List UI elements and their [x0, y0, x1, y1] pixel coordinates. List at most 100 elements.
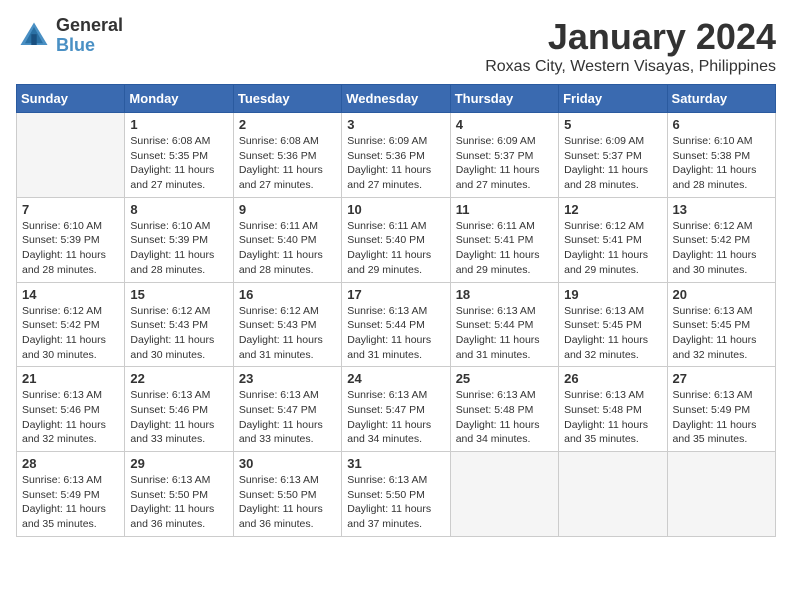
calendar-week-3: 21 Sunrise: 6:13 AMSunset: 5:46 PMDayligh… [17, 367, 776, 452]
day-info: Sunrise: 6:12 AMSunset: 5:43 PMDaylight:… [130, 304, 227, 363]
day-number: 7 [22, 202, 119, 217]
day-number: 27 [673, 371, 770, 386]
calendar-cell: 4Sunrise: 6:09 AMSunset: 5:37 PMDaylight… [450, 113, 558, 198]
day-info: Sunrise: 6:13 AMSunset: 5:49 PMDaylight:… [673, 388, 770, 447]
calendar-cell: 23 Sunrise: 6:13 AMSunset: 5:47 PMDayligh… [233, 367, 341, 452]
day-number: 17 [347, 287, 444, 302]
day-info: Sunrise: 6:09 AMSunset: 5:37 PMDaylight:… [564, 134, 661, 193]
day-number: 18 [456, 287, 553, 302]
day-info: Sunrise: 6:13 AMSunset: 5:46 PMDaylight:… [22, 388, 119, 447]
day-number: 30 [239, 456, 336, 471]
day-number: 8 [130, 202, 227, 217]
calendar-week-1: 7 Sunrise: 6:10 AMSunset: 5:39 PMDaylight… [17, 197, 776, 282]
calendar-cell: 20Sunrise: 6:13 AMSunset: 5:45 PMDayligh… [667, 282, 775, 367]
calendar-cell: 30 Sunrise: 6:13 AMSunset: 5:50 PMDayligh… [233, 452, 341, 537]
day-number: 26 [564, 371, 661, 386]
logo-blue-text: Blue [56, 36, 123, 56]
day-number: 24 [347, 371, 444, 386]
weekday-header-monday: Monday [125, 85, 233, 113]
calendar-cell: 28Sunrise: 6:13 AMSunset: 5:49 PMDayligh… [17, 452, 125, 537]
calendar-cell [667, 452, 775, 537]
day-number: 13 [673, 202, 770, 217]
calendar-cell: 15 Sunrise: 6:12 AMSunset: 5:43 PMDayligh… [125, 282, 233, 367]
day-number: 14 [22, 287, 119, 302]
day-number: 10 [347, 202, 444, 217]
day-number: 1 [130, 117, 227, 132]
day-info: Sunrise: 6:08 AMSunset: 5:35 PMDaylight:… [130, 134, 227, 193]
calendar-cell: 26 Sunrise: 6:13 AMSunset: 5:48 PMDayligh… [559, 367, 667, 452]
day-info: Sunrise: 6:13 AMSunset: 5:48 PMDaylight:… [456, 388, 553, 447]
calendar-cell: 21 Sunrise: 6:13 AMSunset: 5:46 PMDayligh… [17, 367, 125, 452]
logo: General Blue [16, 16, 123, 56]
day-info: Sunrise: 6:12 AMSunset: 5:42 PMDaylight:… [673, 219, 770, 278]
weekday-header-saturday: Saturday [667, 85, 775, 113]
day-info: Sunrise: 6:10 AMSunset: 5:38 PMDaylight:… [673, 134, 770, 193]
calendar-cell: 1 Sunrise: 6:08 AMSunset: 5:35 PMDaylight… [125, 113, 233, 198]
calendar-cell: 19Sunrise: 6:13 AMSunset: 5:45 PMDayligh… [559, 282, 667, 367]
calendar-cell: 7 Sunrise: 6:10 AMSunset: 5:39 PMDaylight… [17, 197, 125, 282]
day-info: Sunrise: 6:11 AMSunset: 5:40 PMDaylight:… [347, 219, 444, 278]
calendar-cell: 5 Sunrise: 6:09 AMSunset: 5:37 PMDaylight… [559, 113, 667, 198]
calendar-cell: 3Sunrise: 6:09 AMSunset: 5:36 PMDaylight… [342, 113, 450, 198]
day-number: 23 [239, 371, 336, 386]
calendar-cell: 31 Sunrise: 6:13 AMSunset: 5:50 PMDayligh… [342, 452, 450, 537]
logo-general-text: General [56, 16, 123, 36]
weekday-header-thursday: Thursday [450, 85, 558, 113]
weekday-header-friday: Friday [559, 85, 667, 113]
calendar-cell [450, 452, 558, 537]
location-title: Roxas City, Western Visayas, Philippines [485, 58, 776, 76]
calendar-cell: 24 Sunrise: 6:13 AMSunset: 5:47 PMDayligh… [342, 367, 450, 452]
weekday-header-row: SundayMondayTuesdayWednesdayThursdayFrid… [17, 85, 776, 113]
weekday-header-tuesday: Tuesday [233, 85, 341, 113]
calendar-cell: 8 Sunrise: 6:10 AMSunset: 5:39 PMDaylight… [125, 197, 233, 282]
logo-text: General Blue [56, 16, 123, 56]
day-info: Sunrise: 6:13 AMSunset: 5:50 PMDaylight:… [239, 473, 336, 532]
calendar-cell [17, 113, 125, 198]
day-info: Sunrise: 6:12 AMSunset: 5:43 PMDaylight:… [239, 304, 336, 363]
calendar-cell: 18 Sunrise: 6:13 AMSunset: 5:44 PMDayligh… [450, 282, 558, 367]
day-number: 15 [130, 287, 227, 302]
day-number: 6 [673, 117, 770, 132]
calendar-cell: 12 Sunrise: 6:12 AMSunset: 5:41 PMDayligh… [559, 197, 667, 282]
title-block: January 2024 Roxas City, Western Visayas… [485, 16, 776, 76]
day-info: Sunrise: 6:09 AMSunset: 5:37 PMDaylight:… [456, 134, 553, 193]
day-info: Sunrise: 6:13 AMSunset: 5:50 PMDaylight:… [130, 473, 227, 532]
calendar-cell: 14 Sunrise: 6:12 AMSunset: 5:42 PMDayligh… [17, 282, 125, 367]
calendar-cell: 11Sunrise: 6:11 AMSunset: 5:41 PMDayligh… [450, 197, 558, 282]
calendar-cell: 10 Sunrise: 6:11 AMSunset: 5:40 PMDayligh… [342, 197, 450, 282]
day-info: Sunrise: 6:12 AMSunset: 5:42 PMDaylight:… [22, 304, 119, 363]
calendar-cell: 17 Sunrise: 6:13 AMSunset: 5:44 PMDayligh… [342, 282, 450, 367]
day-number: 11 [456, 202, 553, 217]
day-number: 22 [130, 371, 227, 386]
day-number: 31 [347, 456, 444, 471]
day-info: Sunrise: 6:13 AMSunset: 5:48 PMDaylight:… [564, 388, 661, 447]
day-info: Sunrise: 6:13 AMSunset: 5:50 PMDaylight:… [347, 473, 444, 532]
day-info: Sunrise: 6:10 AMSunset: 5:39 PMDaylight:… [22, 219, 119, 278]
calendar-cell: 22 Sunrise: 6:13 AMSunset: 5:46 PMDayligh… [125, 367, 233, 452]
weekday-header-sunday: Sunday [17, 85, 125, 113]
day-number: 21 [22, 371, 119, 386]
day-number: 9 [239, 202, 336, 217]
day-info: Sunrise: 6:12 AMSunset: 5:41 PMDaylight:… [564, 219, 661, 278]
day-info: Sunrise: 6:10 AMSunset: 5:39 PMDaylight:… [130, 219, 227, 278]
day-info: Sunrise: 6:13 AMSunset: 5:45 PMDaylight:… [564, 304, 661, 363]
day-number: 5 [564, 117, 661, 132]
day-number: 12 [564, 202, 661, 217]
day-number: 16 [239, 287, 336, 302]
day-number: 2 [239, 117, 336, 132]
calendar-week-4: 28Sunrise: 6:13 AMSunset: 5:49 PMDayligh… [17, 452, 776, 537]
day-info: Sunrise: 6:13 AMSunset: 5:44 PMDaylight:… [456, 304, 553, 363]
calendar-cell: 2 Sunrise: 6:08 AMSunset: 5:36 PMDaylight… [233, 113, 341, 198]
day-number: 25 [456, 371, 553, 386]
day-info: Sunrise: 6:13 AMSunset: 5:44 PMDaylight:… [347, 304, 444, 363]
day-info: Sunrise: 6:08 AMSunset: 5:36 PMDaylight:… [239, 134, 336, 193]
weekday-header-wednesday: Wednesday [342, 85, 450, 113]
day-info: Sunrise: 6:13 AMSunset: 5:47 PMDaylight:… [347, 388, 444, 447]
day-number: 20 [673, 287, 770, 302]
day-info: Sunrise: 6:13 AMSunset: 5:47 PMDaylight:… [239, 388, 336, 447]
calendar-cell: 9Sunrise: 6:11 AMSunset: 5:40 PMDaylight… [233, 197, 341, 282]
calendar-cell: 16 Sunrise: 6:12 AMSunset: 5:43 PMDayligh… [233, 282, 341, 367]
calendar-cell: 6 Sunrise: 6:10 AMSunset: 5:38 PMDaylight… [667, 113, 775, 198]
calendar-cell: 29Sunrise: 6:13 AMSunset: 5:50 PMDayligh… [125, 452, 233, 537]
day-info: Sunrise: 6:13 AMSunset: 5:46 PMDaylight:… [130, 388, 227, 447]
